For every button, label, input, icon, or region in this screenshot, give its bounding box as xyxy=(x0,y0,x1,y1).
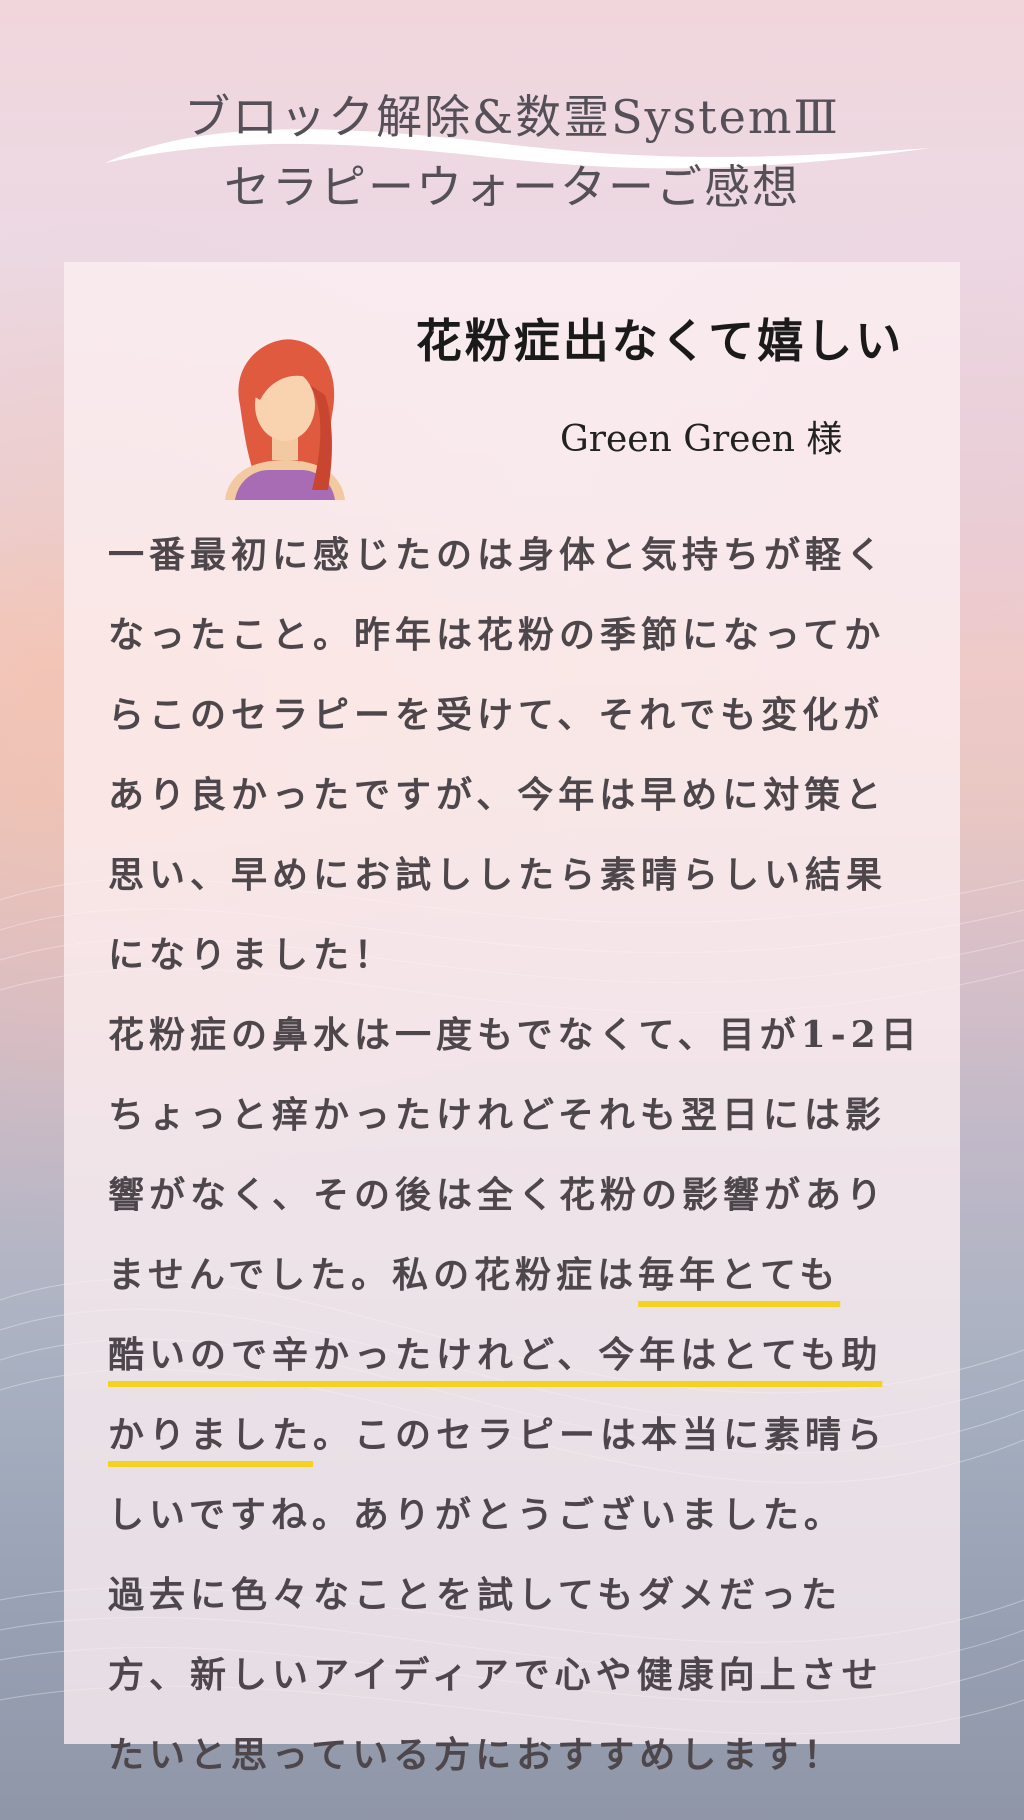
body-line: 思い、早めにお試ししたら素晴らしい結果 xyxy=(108,854,888,896)
body-line: 方、新しいアイディアで心や健康向上させ xyxy=(108,1654,883,1696)
body-line: ませんでした。私の花粉症は毎年とても xyxy=(108,1235,938,1315)
body-line: らこのセラピーを受けて、それでも変化が xyxy=(108,694,885,736)
body-line: たいと思っている方におすすめします！ xyxy=(108,1734,845,1776)
page-title: ブロック解除&数霊SystemⅢ セラピーウォーターご感想 xyxy=(0,82,1024,222)
body-text-segment: 。このセラピーは本当に素晴ら xyxy=(313,1414,888,1456)
body-line: 花粉症の鼻水は一度もでなくて、目が1-2日 xyxy=(108,1014,922,1056)
highlighted-text: 酷いので辛かったけれど、今年はとても助 xyxy=(108,1334,883,1376)
body-line: しいですね。ありがとうございました。 xyxy=(108,1494,845,1536)
title-line-1: ブロック解除&数霊SystemⅢ xyxy=(184,90,840,144)
body-line: 酷いので辛かったけれど、今年はとても助 xyxy=(108,1315,938,1395)
highlighted-text: 毎年とても xyxy=(638,1254,841,1296)
title-line-2: セラピーウォーターご感想 xyxy=(224,160,800,214)
testimonial-headline: 花粉症出なくて嬉しい xyxy=(415,314,905,368)
highlighted-text: かりました xyxy=(108,1414,314,1456)
body-line: なったこと。昨年は花粉の季節になってか xyxy=(108,614,886,656)
body-line: 響がなく、その後は全く花粉の影響があり xyxy=(108,1174,888,1216)
body-line: 一番最初に感じたのは身体と気持ちが軽く xyxy=(108,534,888,576)
body-line: ちょっと痒かったけれどそれも翌日には影 xyxy=(108,1094,886,1136)
woman-avatar-icon xyxy=(225,339,345,500)
body-text-segment: ませんでした。私の花粉症は xyxy=(108,1254,639,1296)
body-line: 過去に色々なことを試してもダメだった xyxy=(108,1574,843,1616)
body-line: かりました。このセラピーは本当に素晴ら xyxy=(108,1395,938,1475)
body-line: になりました！ xyxy=(108,934,396,976)
testimonial-body: 一番最初に感じたのは身体と気持ちが軽く なったこと。昨年は花粉の季節になってか … xyxy=(108,515,938,1795)
body-line: あり良かったですが、今年は早めに対策と xyxy=(108,774,887,816)
customer-name: Green Green 様 xyxy=(560,419,843,460)
